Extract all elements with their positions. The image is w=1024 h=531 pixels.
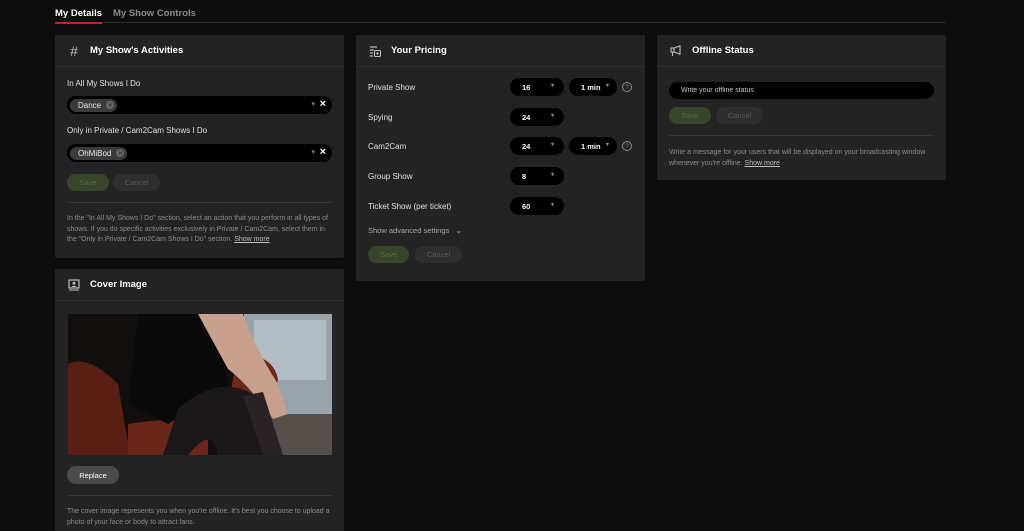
activities-title: My Show's Activities	[90, 45, 184, 56]
price-list-icon	[368, 44, 382, 58]
pricing-title: Your Pricing	[391, 45, 447, 56]
duration-select[interactable]: 1 min ▾	[569, 137, 617, 155]
clear-icon[interactable]: ×	[320, 98, 326, 110]
remove-tag-icon[interactable]: ✕	[116, 149, 125, 157]
save-button[interactable]: Save	[67, 174, 109, 191]
price-value: 24	[522, 112, 531, 122]
price-row-spying: Spying 24 ▾	[368, 108, 633, 126]
tab-my-details[interactable]: My Details	[55, 0, 102, 24]
offline-title: Offline Status	[692, 45, 754, 56]
duration-value: 1 min	[581, 82, 601, 92]
cover-photo-illustration	[68, 314, 332, 455]
price-select[interactable]: 24 ▾	[510, 137, 564, 155]
tab-bar: My Details My Show Controls	[55, 0, 946, 24]
price-label: Private Show	[368, 82, 416, 92]
offline-help-text: Write a message for your users that will…	[669, 148, 931, 169]
help-icon[interactable]: ?	[622, 82, 632, 92]
cancel-button[interactable]: Cancel	[415, 246, 462, 263]
offline-status-input[interactable]	[669, 82, 934, 99]
price-label: Group Show	[368, 171, 413, 181]
save-button[interactable]: Save	[669, 107, 711, 124]
private-shows-label: Only in Private / Cam2Cam Shows I Do	[67, 126, 208, 135]
price-select[interactable]: 8 ▾	[510, 167, 564, 185]
activities-card: # My Show's Activities In All My Shows I…	[55, 35, 344, 258]
show-more-link[interactable]: Show more	[745, 160, 780, 167]
tag-chip: OhMiBod ✕	[70, 146, 128, 160]
price-row-private-show: Private Show 16 ▾ 1 min ▾ ?	[368, 78, 633, 96]
chevron-down-icon: ▾	[605, 83, 609, 89]
pricing-header: Your Pricing	[356, 35, 645, 67]
activities-help-text: In the "In All My Shows I Do" section, s…	[67, 214, 335, 246]
price-row-cam2cam: Cam2Cam 24 ▾ 1 min ▾ ?	[368, 137, 633, 155]
divider	[67, 202, 332, 203]
chevron-down-icon: ▾	[605, 142, 609, 148]
cancel-button[interactable]: Cancel	[716, 107, 763, 124]
price-label: Ticket Show (per ticket)	[368, 201, 452, 211]
portrait-icon	[67, 278, 81, 292]
price-value: 24	[522, 141, 531, 151]
remove-tag-icon[interactable]: ✕	[106, 101, 115, 109]
tag-label: Dance	[78, 100, 102, 110]
price-select[interactable]: 60 ▾	[510, 197, 564, 215]
duration-value: 1 min	[581, 141, 601, 151]
chevron-down-icon: ▾	[550, 202, 554, 208]
chevron-down-icon[interactable]: ▾	[311, 148, 315, 156]
chevron-down-icon: ▾	[550, 83, 554, 89]
show-more-link[interactable]: Show more	[234, 236, 269, 243]
clear-icon[interactable]: ×	[320, 146, 326, 158]
megaphone-icon	[669, 44, 683, 58]
advanced-settings-toggle[interactable]: Show advanced settings ⌄	[368, 226, 462, 235]
pricing-card: Your Pricing Private Show 16 ▾ 1 min ▾ ?…	[356, 35, 645, 281]
divider	[669, 135, 934, 136]
all-shows-select[interactable]: Dance ✕ ▾ ×	[67, 96, 332, 114]
tab-my-show-controls[interactable]: My Show Controls	[113, 0, 196, 23]
price-row-group-show: Group Show 8 ▾	[368, 167, 633, 185]
divider	[67, 495, 332, 496]
cover-title: Cover Image	[90, 279, 148, 290]
price-label: Spying	[368, 112, 393, 122]
save-button[interactable]: Save	[368, 246, 409, 263]
chevron-down-icon: ▾	[550, 142, 554, 148]
help-text: In the "In All My Shows I Do" section, s…	[67, 215, 328, 243]
price-select[interactable]: 24 ▾	[510, 108, 564, 126]
cover-photo	[68, 314, 332, 455]
offline-status-field-wrap	[669, 79, 934, 99]
offline-status-card: Offline Status Save Cancel Write a messa…	[657, 35, 946, 180]
hash-icon: #	[70, 42, 78, 59]
price-row-ticket-show: Ticket Show (per ticket) 60 ▾	[368, 197, 633, 215]
tag-label: OhMiBod	[78, 148, 112, 158]
chevron-down-icon[interactable]: ▾	[311, 100, 315, 108]
price-value: 8	[522, 171, 527, 181]
tag-chip: Dance ✕	[70, 98, 118, 112]
duration-select[interactable]: 1 min ▾	[569, 78, 617, 96]
private-shows-select[interactable]: OhMiBod ✕ ▾ ×	[67, 144, 332, 162]
price-label: Cam2Cam	[368, 141, 407, 151]
chevron-down-icon: ▾	[550, 172, 554, 178]
chevron-down-icon: ⌄	[455, 226, 463, 235]
replace-button[interactable]: Replace	[67, 466, 119, 484]
cover-image-card: Cover Image Replace The cover image repr…	[55, 269, 344, 531]
help-icon[interactable]: ?	[622, 141, 632, 151]
price-select[interactable]: 16 ▾	[510, 78, 564, 96]
help-text: Write a message for your users that will…	[669, 149, 926, 167]
all-shows-label: In All My Shows I Do	[67, 79, 141, 88]
cover-header: Cover Image	[55, 269, 344, 301]
cancel-button[interactable]: Cancel	[113, 174, 160, 191]
activities-header: # My Show's Activities	[55, 35, 344, 67]
advanced-settings-label: Show advanced settings	[368, 226, 450, 235]
cover-help-text: The cover image represents you when you'…	[67, 508, 330, 526]
price-value: 60	[522, 201, 531, 211]
offline-header: Offline Status	[657, 35, 946, 67]
price-value: 16	[522, 82, 531, 92]
chevron-down-icon: ▾	[550, 113, 554, 119]
